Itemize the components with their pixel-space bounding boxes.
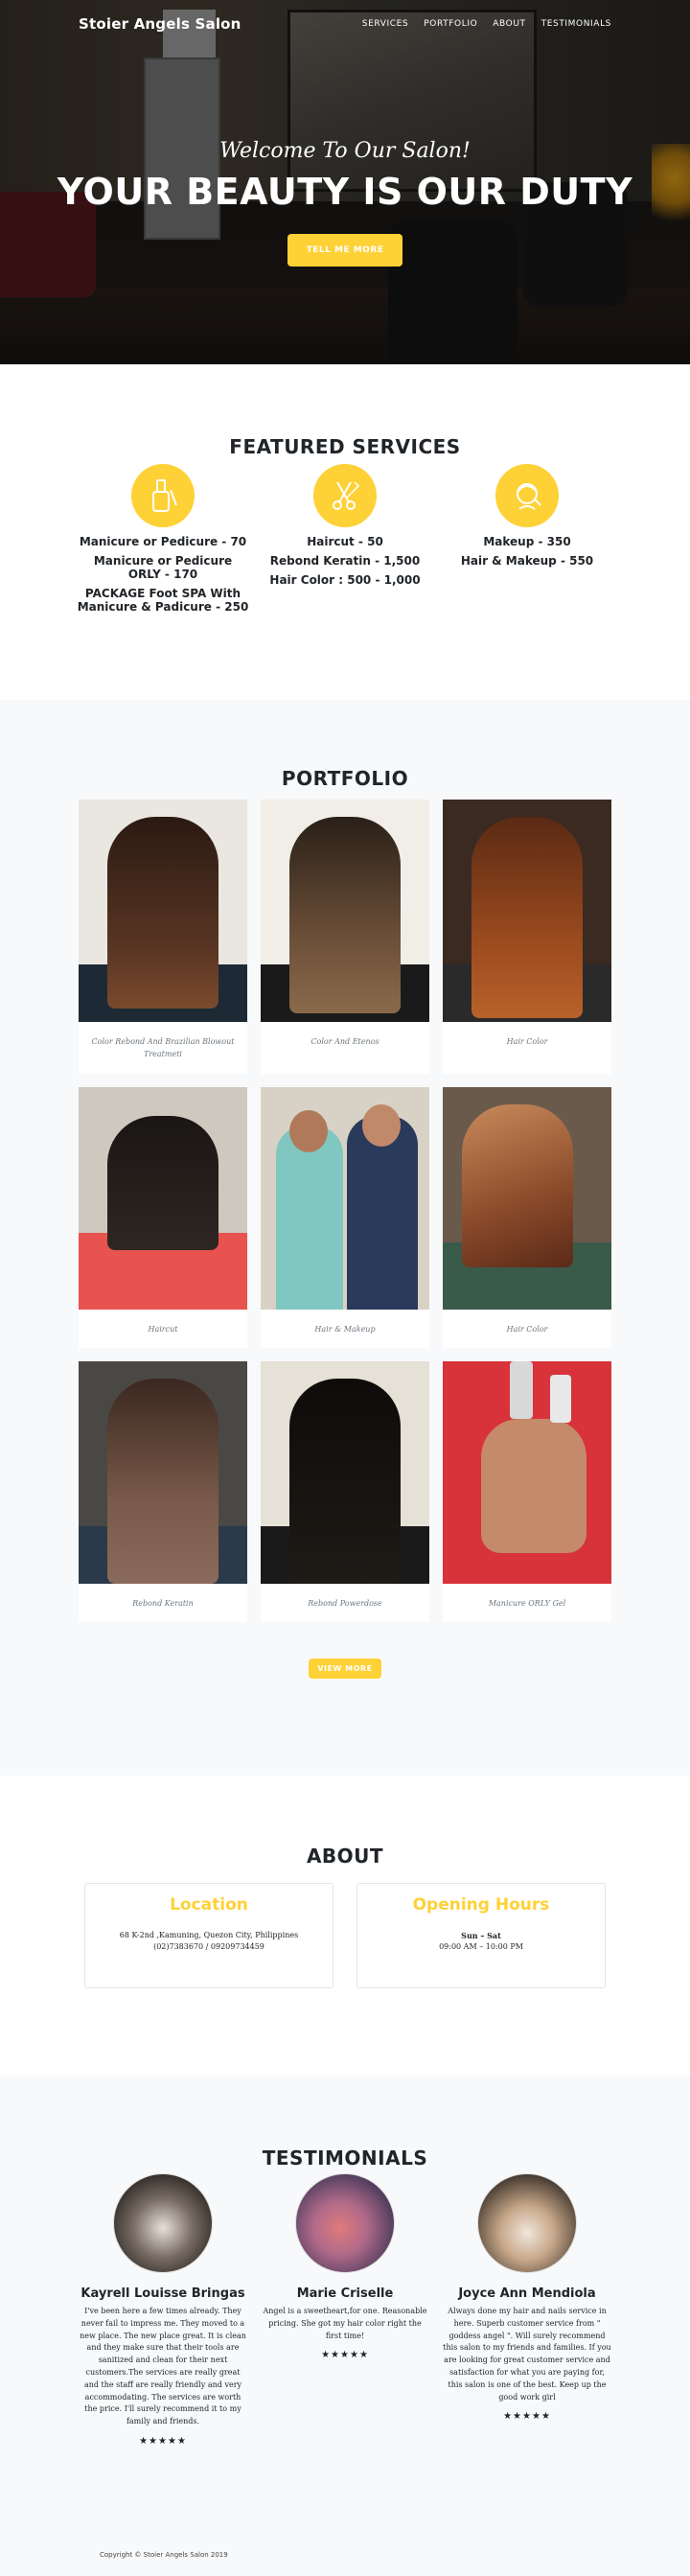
star-rating-icon: ★★★★★ — [503, 2411, 551, 2423]
testimonials-section: TESTIMONIALS Kayrell Louisse Bringas I'v… — [0, 2076, 690, 2534]
portfolio-caption: Hair Color — [506, 1325, 548, 1334]
testimonial-name: Marie Criselle — [296, 2286, 394, 2301]
portfolio-image — [79, 1087, 247, 1310]
avatar — [295, 2173, 395, 2273]
testimonial-card: Joyce Ann Mendiola Always done my hair a… — [442, 2173, 612, 2447]
portfolio-image — [443, 1087, 611, 1310]
hero-title: YOUR BEAUTY IS OUR DUTY — [57, 171, 633, 213]
portfolio-caption: Rebond Powerdose — [308, 1599, 382, 1608]
portfolio-grid: Color Rebond And Brazilian Blowout Treat… — [79, 800, 611, 1622]
testimonials-row: Kayrell Louisse Bringas I've been here a… — [0, 2173, 690, 2447]
hours-box: Opening Hours Sun – Sat 09:00 AM – 10:00… — [356, 1883, 606, 1988]
testimonial-text: Angel is a sweetheart,for one. Reasonabl… — [263, 2307, 427, 2340]
testimonial-name: Joyce Ann Mendiola — [458, 2286, 596, 2301]
avatar — [477, 2173, 577, 2273]
avatar — [113, 2173, 213, 2273]
footer: Copyright © Stoier Angels Salon 2019 — [0, 2534, 690, 2576]
portfolio-card[interactable]: Rebond Powerdose — [261, 1361, 429, 1622]
tell-me-more-button[interactable]: TELL ME MORE — [287, 234, 403, 267]
portfolio-caption: Color And Etenos — [310, 1037, 380, 1046]
address-text: 68 K-2nd ,Kamuning, Quezon City, Philipp… — [119, 1931, 299, 1939]
service-column: Manicure or Pedicure - 70 Manicure or Pe… — [77, 464, 249, 619]
service-item: Rebond Keratin - 1,500 — [269, 554, 421, 568]
portfolio-image — [261, 1361, 429, 1584]
testimonial-card: Marie Criselle Angel is a sweetheart,for… — [260, 2173, 430, 2447]
hero-text: Welcome To Our Salon! YOUR BEAUTY IS OUR… — [0, 139, 690, 267]
copyright-text: Copyright © Stoier Angels Salon 2019 — [100, 2551, 228, 2559]
star-rating-icon: ★★★★★ — [139, 2435, 187, 2447]
testimonial-name: Kayrell Louisse Bringas — [80, 2286, 245, 2301]
testimonial-card: Kayrell Louisse Bringas I've been here a… — [78, 2173, 248, 2447]
nav-link-testimonials[interactable]: TESTIMONIALS — [541, 19, 611, 29]
nav-link-services[interactable]: SERVICES — [362, 19, 408, 29]
brand-logo[interactable]: Stoier Angels Salon — [79, 15, 242, 33]
service-item: Manicure or Pedicure - 70 — [79, 535, 247, 548]
section-title: FEATURED SERVICES — [229, 435, 461, 458]
portfolio-card[interactable]: Rebond Keratin — [79, 1361, 247, 1622]
portfolio-card[interactable]: Hair Color — [443, 800, 611, 1074]
service-item: PACKAGE Foot SPA With Manicure & Padicur… — [77, 587, 249, 614]
service-item: Makeup - 350 — [483, 535, 571, 548]
service-item: Hair & Makeup - 550 — [460, 554, 594, 568]
portfolio-image — [261, 1087, 429, 1310]
service-column: Makeup - 350 Hair & Makeup - 550 — [441, 464, 613, 619]
view-more-button[interactable]: VIEW MORE — [309, 1659, 381, 1679]
nail-polish-icon — [131, 464, 195, 527]
portfolio-caption: Color Rebond And Brazilian Blowout Treat… — [91, 1037, 235, 1058]
top-navbar: Stoier Angels Salon SERVICES PORTFOLIO A… — [0, 0, 690, 48]
portfolio-card[interactable]: Hair Color — [443, 1087, 611, 1348]
testimonial-text: Always done my hair and nails service in… — [443, 2307, 611, 2402]
star-rating-icon: ★★★★★ — [321, 2350, 369, 2361]
hero-section: Stoier Angels Salon SERVICES PORTFOLIO A… — [0, 0, 690, 364]
portfolio-card[interactable]: Haircut — [79, 1087, 247, 1348]
portfolio-image — [79, 1361, 247, 1584]
section-title: PORTFOLIO — [281, 767, 409, 790]
service-item: Hair Color : 500 - 1,000 — [269, 573, 421, 587]
about-section: ABOUT Location 68 K-2nd ,Kamuning, Quezo… — [0, 1775, 690, 2076]
makeup-face-icon — [495, 464, 559, 527]
service-column: Haircut - 50 Rebond Keratin - 1,500 Hair… — [259, 464, 431, 619]
portfolio-caption: Rebond Keratin — [132, 1599, 194, 1608]
portfolio-card[interactable]: Manicure ORLY Gel — [443, 1361, 611, 1622]
hero-subtitle: Welcome To Our Salon! — [219, 139, 471, 163]
portfolio-image — [443, 800, 611, 1022]
service-item: Haircut - 50 — [307, 535, 383, 548]
portfolio-image — [261, 800, 429, 1022]
services-section: FEATURED SERVICES Manicure or Pedicure -… — [0, 364, 690, 700]
portfolio-image — [79, 800, 247, 1022]
portfolio-caption: Hair Color — [506, 1037, 548, 1046]
section-title: ABOUT — [306, 1845, 384, 1868]
nav-links: SERVICES PORTFOLIO ABOUT TESTIMONIALS — [362, 19, 611, 29]
services-row: Manicure or Pedicure - 70 Manicure or Pe… — [0, 464, 690, 619]
about-row: Location 68 K-2nd ,Kamuning, Quezon City… — [0, 1883, 690, 1988]
portfolio-section: PORTFOLIO Color Rebond And Brazilian Blo… — [0, 700, 690, 1775]
portfolio-caption: Hair & Makeup — [314, 1325, 376, 1334]
time-text: 09:00 AM – 10:00 PM — [439, 1942, 523, 1951]
service-item: Manicure or Pedicure ORLY - 170 — [93, 554, 233, 581]
location-box: Location 68 K-2nd ,Kamuning, Quezon City… — [84, 1883, 334, 1988]
portfolio-caption: Manicure ORLY Gel — [488, 1599, 566, 1608]
portfolio-image — [443, 1361, 611, 1584]
phone-text[interactable]: (02)7383670 / 09209734459 — [85, 1941, 333, 1953]
days-text: Sun – Sat — [461, 1931, 501, 1940]
section-title: TESTIMONIALS — [262, 2147, 428, 2170]
portfolio-card[interactable]: Hair & Makeup — [261, 1087, 429, 1348]
portfolio-caption: Haircut — [148, 1325, 178, 1334]
testimonial-text: I've been here a few times already. They… — [80, 2307, 246, 2426]
nav-link-about[interactable]: ABOUT — [493, 19, 525, 29]
nav-link-portfolio[interactable]: PORTFOLIO — [424, 19, 477, 29]
portfolio-card[interactable]: Color And Etenos — [261, 800, 429, 1074]
location-heading: Location — [170, 1895, 248, 1915]
portfolio-card[interactable]: Color Rebond And Brazilian Blowout Treat… — [79, 800, 247, 1074]
scissors-comb-icon — [313, 464, 377, 527]
hours-heading: Opening Hours — [412, 1895, 550, 1915]
